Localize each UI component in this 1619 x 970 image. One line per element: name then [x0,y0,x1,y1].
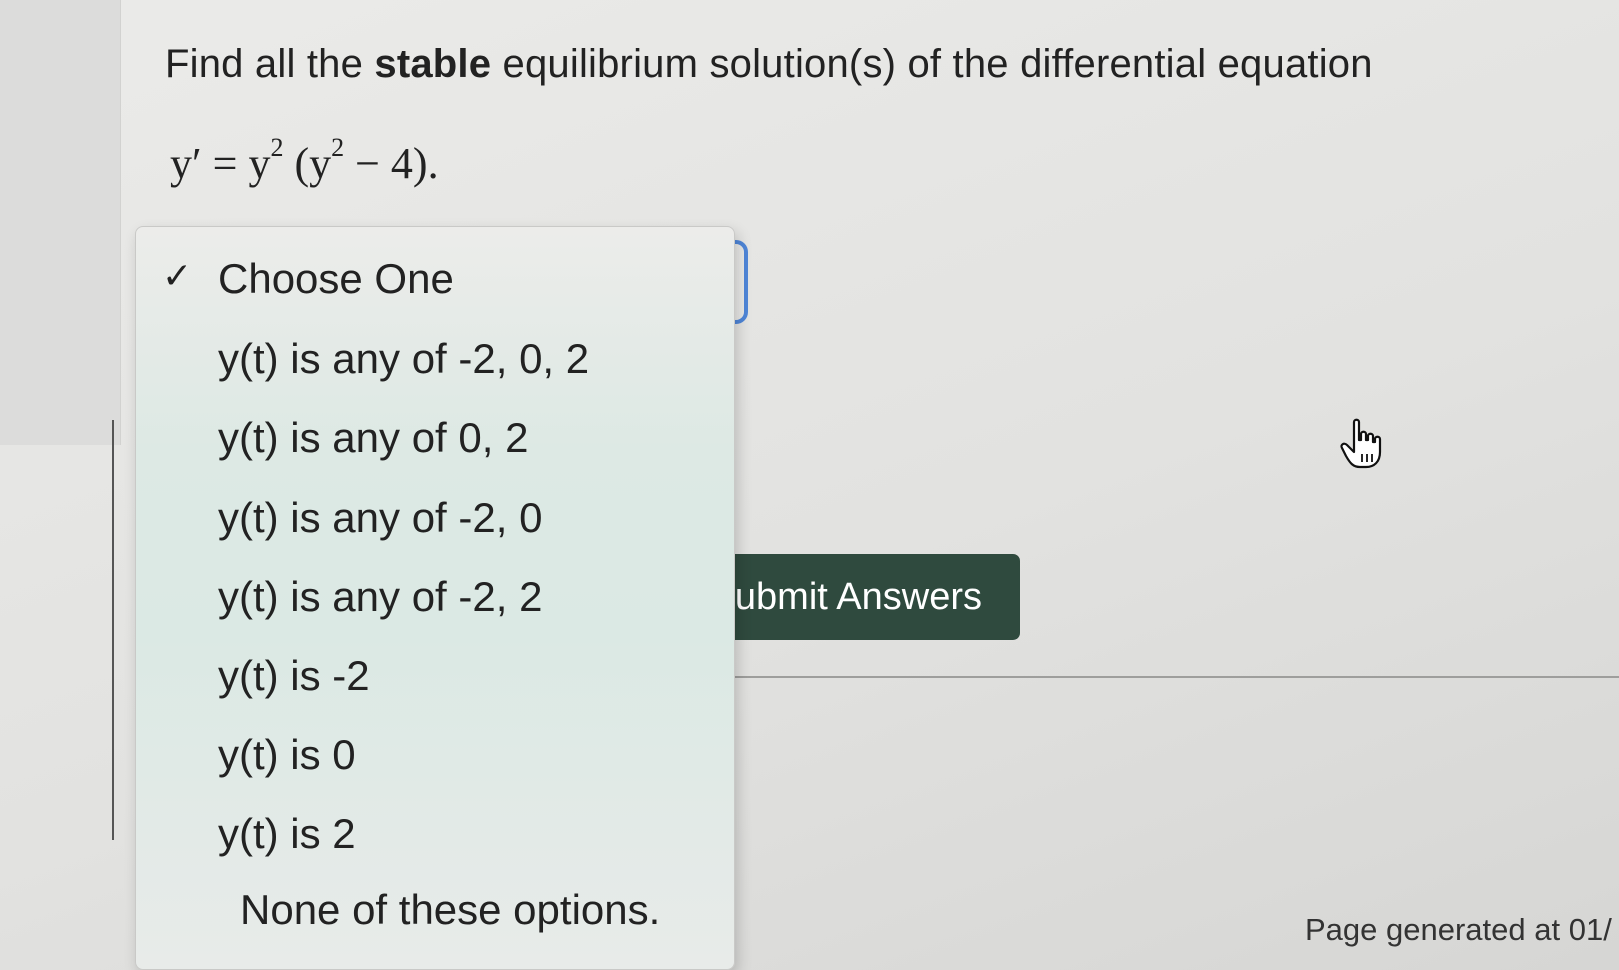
option-label: y(t) is any of -2, 0, 2 [218,335,590,382]
option-label: Choose One [218,255,454,302]
dropdown-option[interactable]: y(t) is any of 0, 2 [136,404,734,480]
eq-exponent-2: 2 [331,133,345,162]
left-divider [112,420,114,840]
submit-answers-button[interactable]: Submit Answers [700,554,1020,640]
option-label: y(t) is 0 [218,731,356,778]
dropdown-option[interactable]: y(t) is 2 [136,800,734,876]
question-text: Find all the stable equilibrium solution… [165,42,1373,87]
question-prefix: Find all the [165,42,375,86]
divider-line [735,676,1619,678]
option-label: y(t) is any of -2, 0 [218,494,543,541]
left-panel [0,0,121,445]
hand-pointer-icon [1340,418,1382,469]
question-emphasis: stable [374,42,492,86]
eq-rhs: − 4). [344,139,439,188]
option-label: None of these options. [240,886,661,933]
eq-lhs: y′ = y [170,139,271,188]
eq-exponent-1: 2 [270,133,284,162]
checkmark-icon: ✓ [162,255,193,296]
option-label: y(t) is 2 [218,810,356,857]
option-label: y(t) is -2 [218,652,370,699]
option-label: y(t) is any of 0, 2 [218,414,529,461]
dropdown-option[interactable]: y(t) is any of -2, 2 [136,563,734,639]
answer-dropdown-menu[interactable]: ✓ Choose One y(t) is any of -2, 0, 2 y(t… [135,226,735,970]
dropdown-option[interactable]: y(t) is any of -2, 0, 2 [136,325,734,401]
dropdown-option-none[interactable]: None of these options. [136,876,734,952]
dropdown-option[interactable]: y(t) is 0 [136,721,734,797]
question-suffix: equilibrium solution(s) of the different… [491,42,1373,86]
dropdown-option[interactable]: y(t) is -2 [136,642,734,718]
option-label: y(t) is any of -2, 2 [218,573,543,620]
dropdown-option-choose-one[interactable]: ✓ Choose One [136,245,734,321]
dropdown-option[interactable]: y(t) is any of -2, 0 [136,484,734,560]
eq-mid: (y [283,139,332,188]
page-generated-footer: Page generated at 01/ [1305,912,1612,947]
page: Find all the stable equilibrium solution… [0,0,1619,970]
differential-equation: y′ = y2 (y2 − 4). [170,135,439,189]
